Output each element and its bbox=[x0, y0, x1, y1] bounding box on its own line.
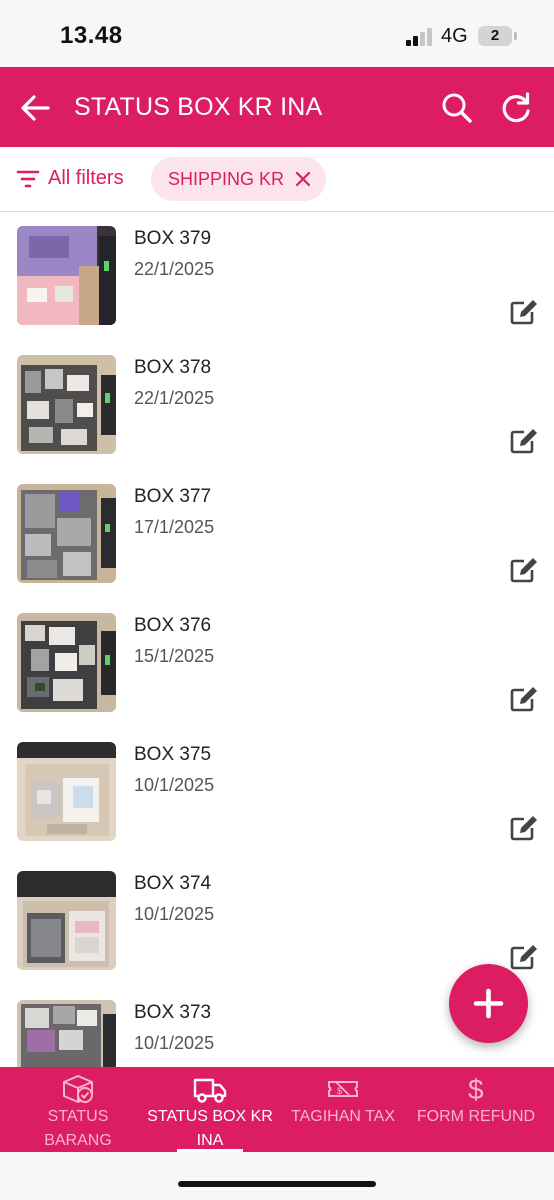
box-title: BOX 376 bbox=[134, 615, 212, 636]
home-indicator[interactable] bbox=[178, 1181, 376, 1187]
app-bar: STATUS BOX KR INA bbox=[0, 67, 554, 147]
svg-text:$: $ bbox=[468, 1074, 484, 1105]
box-title: BOX 377 bbox=[134, 486, 212, 507]
battery-icon: 2 bbox=[478, 26, 512, 46]
nav-label: FORM REFUND bbox=[416, 1108, 536, 1125]
package-check-icon bbox=[61, 1073, 95, 1105]
nav-label: STATUS BARANG bbox=[44, 1108, 112, 1149]
network-type: 4G bbox=[441, 25, 468, 47]
nav-tagihan-tax[interactable]: $ TAGIHAN TAX bbox=[284, 1067, 402, 1152]
box-date: 17/1/2025 bbox=[134, 517, 215, 537]
filter-chip-shipping-kr[interactable]: SHIPPING KR bbox=[151, 157, 326, 201]
bottom-nav: STATUS BARANG STATUS BOX KR INA $ TAGIHA… bbox=[0, 1067, 554, 1152]
add-box-button[interactable] bbox=[449, 964, 528, 1043]
arrow-left-icon[interactable] bbox=[18, 91, 52, 125]
nav-label: STATUS BOX KR INA bbox=[147, 1108, 273, 1149]
list-item[interactable]: BOX 375 10/1/2025 bbox=[0, 728, 554, 858]
box-date: 10/1/2025 bbox=[134, 775, 215, 795]
battery-cap bbox=[514, 32, 517, 40]
svg-text:$: $ bbox=[337, 1086, 342, 1096]
list-item[interactable]: BOX 379 22/1/2025 bbox=[0, 212, 554, 342]
box-photo bbox=[17, 1000, 116, 1067]
edit-icon[interactable] bbox=[509, 814, 539, 842]
all-filters-label: All filters bbox=[48, 167, 124, 189]
box-list: BOX 379 22/1/2025 BOX 378 22/1/2025 BOX … bbox=[0, 212, 554, 1067]
filter-icon bbox=[16, 170, 40, 188]
box-photo bbox=[17, 613, 116, 712]
edit-icon[interactable] bbox=[509, 427, 539, 455]
nav-label: TAGIHAN TAX bbox=[290, 1108, 395, 1125]
nav-status-box-kr-ina[interactable]: STATUS BOX KR INA bbox=[142, 1067, 278, 1152]
nav-form-refund[interactable]: $ FORM REFUND bbox=[412, 1067, 540, 1152]
status-time: 13.48 bbox=[60, 22, 123, 49]
box-date: 10/1/2025 bbox=[134, 1033, 215, 1053]
box-title: BOX 373 bbox=[134, 1002, 212, 1023]
box-title: BOX 374 bbox=[134, 873, 212, 894]
nav-status-barang[interactable]: STATUS BARANG bbox=[28, 1067, 128, 1152]
ticket-icon: $ bbox=[326, 1073, 360, 1105]
refresh-icon[interactable] bbox=[498, 90, 534, 126]
list-item[interactable]: BOX 378 22/1/2025 bbox=[0, 341, 554, 471]
plus-icon bbox=[473, 988, 504, 1019]
edit-icon[interactable] bbox=[509, 685, 539, 713]
box-photo bbox=[17, 484, 116, 583]
box-date: 22/1/2025 bbox=[134, 259, 215, 279]
edit-icon[interactable] bbox=[509, 943, 539, 971]
list-item[interactable]: BOX 376 15/1/2025 bbox=[0, 599, 554, 729]
search-icon[interactable] bbox=[440, 91, 474, 125]
filter-bar: All filters SHIPPING KR bbox=[0, 147, 554, 212]
box-photo bbox=[17, 355, 116, 454]
dollar-icon: $ bbox=[459, 1073, 493, 1105]
box-date: 10/1/2025 bbox=[134, 904, 215, 924]
close-icon[interactable] bbox=[295, 171, 311, 187]
box-photo bbox=[17, 871, 116, 970]
truck-icon bbox=[193, 1073, 227, 1105]
box-title: BOX 375 bbox=[134, 744, 212, 765]
edit-icon[interactable] bbox=[509, 556, 539, 584]
box-title: BOX 379 bbox=[134, 228, 212, 249]
home-indicator-area bbox=[0, 1152, 554, 1200]
box-date: 22/1/2025 bbox=[134, 388, 215, 408]
status-bar: 13.48 4G 2 bbox=[0, 0, 554, 67]
page-title: STATUS BOX KR INA bbox=[74, 93, 323, 121]
edit-icon[interactable] bbox=[509, 298, 539, 326]
filter-chip-label: SHIPPING KR bbox=[168, 169, 285, 189]
box-date: 15/1/2025 bbox=[134, 646, 215, 666]
box-photo bbox=[17, 742, 116, 841]
box-photo bbox=[17, 226, 116, 325]
list-item[interactable]: BOX 377 17/1/2025 bbox=[0, 470, 554, 600]
signal-icon bbox=[406, 28, 434, 46]
box-title: BOX 378 bbox=[134, 357, 212, 378]
